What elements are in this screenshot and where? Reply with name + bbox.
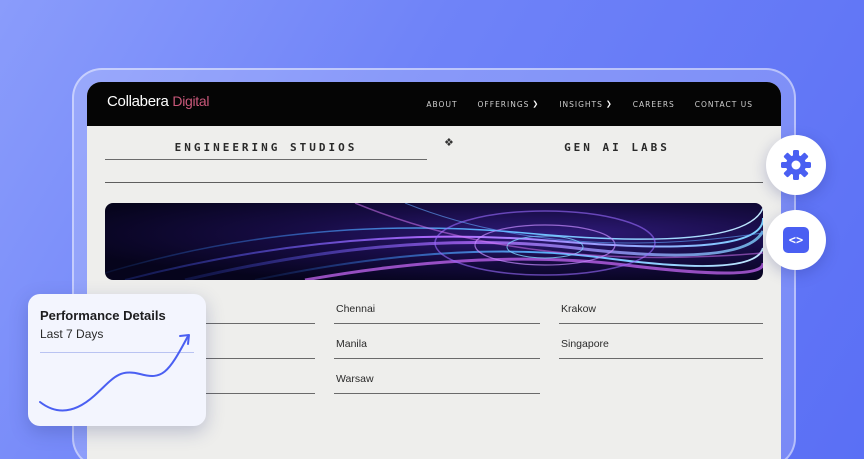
- nav-contact-label: CONTACT US: [694, 99, 753, 109]
- chevron-down-icon: ❯: [605, 100, 613, 108]
- hero-banner-image: [105, 203, 763, 280]
- brand-name: Collabera: [107, 93, 169, 110]
- list-item[interactable]: Krakow: [559, 300, 763, 324]
- nav-offerings-label: OFFERINGS: [477, 99, 530, 109]
- brand-sub: Digital: [172, 93, 210, 109]
- tab-engineering-studios[interactable]: ENGINEERING STUDIOS: [105, 138, 427, 160]
- diamond-icon: ❖: [444, 137, 454, 149]
- nav-offerings[interactable]: OFFERINGS ❯: [478, 100, 540, 109]
- trend-line-icon: [39, 334, 190, 412]
- main-nav: ABOUT OFFERINGS ❯ INSIGHTS ❯ CAREERS CON…: [426, 82, 753, 126]
- gear-icon: [781, 150, 811, 180]
- top-navbar: Collabera Digital ABOUT OFFERINGS ❯ INSI…: [87, 82, 781, 126]
- nav-careers-label: CAREERS: [632, 99, 675, 109]
- list-item[interactable]: Warsaw: [334, 370, 540, 394]
- code-icon: <>: [783, 227, 809, 253]
- brand-logo[interactable]: Collabera Digital: [107, 93, 210, 110]
- list-item[interactable]: Chennai: [334, 300, 540, 324]
- list-item[interactable]: Manila: [334, 335, 540, 359]
- performance-card: Performance Details Last 7 Days: [28, 294, 206, 426]
- nav-about[interactable]: ABOUT: [426, 100, 457, 109]
- nav-about-label: ABOUT: [426, 99, 458, 109]
- nav-insights[interactable]: INSIGHTS ❯: [559, 100, 612, 109]
- settings-button[interactable]: [766, 135, 826, 195]
- nav-careers[interactable]: CAREERS: [633, 100, 675, 109]
- section-divider: [105, 182, 763, 183]
- nav-insights-label: INSIGHTS: [559, 99, 603, 109]
- chevron-down-icon: ❯: [532, 100, 540, 108]
- nav-contact[interactable]: CONTACT US: [695, 100, 753, 109]
- code-button[interactable]: <>: [766, 210, 826, 270]
- tab-gen-ai-labs[interactable]: GEN AI LABS: [547, 138, 687, 158]
- list-item[interactable]: Singapore: [559, 335, 763, 359]
